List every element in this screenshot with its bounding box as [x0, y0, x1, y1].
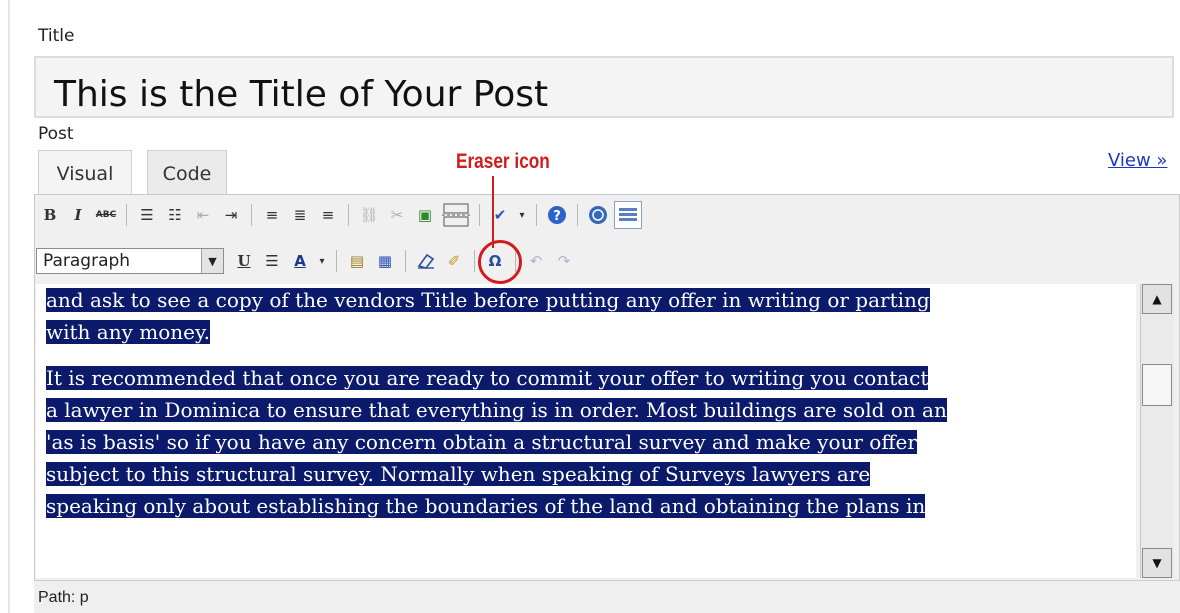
text-line: 'as is basis' so if you have any concern… — [46, 430, 917, 454]
paragraph-1: and ask to see a copy of the vendors Tit… — [46, 284, 1136, 348]
toolbar-separator — [126, 204, 127, 226]
editor-content[interactable]: and ask to see a copy of the vendors Tit… — [36, 284, 1136, 578]
format-select-value: Paragraph — [43, 251, 131, 271]
toolbar-row-1: B I ABC ☰ ☷ ⇤ ⇥ ≡ ≣ ≡ ⛓ ✂ ▣ ✔ ▾ ? — [36, 196, 644, 234]
numbered-list-icon[interactable]: ☷ — [163, 203, 187, 227]
italic-button[interactable]: I — [66, 203, 90, 227]
toolbar-separator — [251, 204, 252, 226]
scroll-up-button[interactable]: ▲ — [1142, 284, 1172, 314]
scrollbar-thumb[interactable] — [1142, 364, 1172, 406]
underline-button[interactable]: U — [232, 249, 256, 273]
tab-code-label: Code — [162, 163, 212, 185]
annotation-pointer-line — [492, 176, 494, 248]
annotation-highlight-circle — [478, 240, 522, 284]
eraser-icon[interactable] — [414, 249, 438, 273]
more-icon[interactable] — [441, 203, 471, 227]
wordpress-icon[interactable] — [586, 203, 610, 227]
paragraph-2: It is recommended that once you are read… — [46, 362, 1136, 522]
toolbar-separator — [536, 204, 537, 226]
unlink-icon[interactable]: ✂ — [385, 203, 409, 227]
indent-icon[interactable]: ⇥ — [219, 203, 243, 227]
vertical-scrollbar[interactable] — [1140, 284, 1174, 578]
view-link[interactable]: View » — [1108, 150, 1167, 171]
cleanup-icon[interactable]: ✐ — [442, 249, 466, 273]
scroll-down-button[interactable]: ▼ — [1142, 548, 1172, 578]
help-icon[interactable]: ? — [545, 203, 569, 227]
toolbar-separator — [577, 204, 578, 226]
chevron-down-icon[interactable]: ▾ — [316, 249, 328, 273]
text-line: It is recommended that once you are read… — [46, 366, 929, 390]
post-label: Post — [38, 124, 74, 144]
toolbar-separator — [348, 204, 349, 226]
paste-text-icon[interactable]: ▤ — [345, 249, 369, 273]
tab-visual-label: Visual — [56, 163, 114, 185]
align-center-icon[interactable]: ≣ — [288, 203, 312, 227]
align-right-icon[interactable]: ≡ — [316, 203, 340, 227]
chevron-down-icon: ▼ — [201, 249, 223, 273]
text-line: and ask to see a copy of the vendors Tit… — [46, 288, 930, 312]
kitchen-sink-icon[interactable] — [614, 201, 642, 229]
eraser-annotation-label: Eraser icon — [456, 150, 550, 173]
align-left-icon[interactable]: ≡ — [260, 203, 284, 227]
status-path: Path: p — [34, 580, 1180, 613]
format-select[interactable]: Paragraph ▼ — [36, 248, 224, 274]
paste-word-icon[interactable]: ▦ — [373, 249, 397, 273]
image-icon[interactable]: ▣ — [413, 203, 437, 227]
tab-code[interactable]: Code — [147, 150, 227, 196]
toolbar-separator — [479, 204, 480, 226]
text-line: subject to this structural survey. Norma… — [46, 462, 871, 486]
text-line: speaking only about establishing the bou… — [46, 494, 926, 518]
outdent-icon[interactable]: ⇤ — [191, 203, 215, 227]
bulleted-list-icon[interactable]: ☰ — [135, 203, 159, 227]
toolbar-separator — [405, 250, 406, 272]
tab-visual[interactable]: Visual — [38, 150, 132, 196]
svg-text:?: ? — [553, 209, 561, 224]
chevron-down-icon[interactable]: ▾ — [516, 203, 528, 227]
justify-icon[interactable]: ☰ — [260, 249, 284, 273]
toolbar-separator — [474, 250, 475, 272]
text-line: with any money. — [46, 320, 210, 344]
page-left-rule — [8, 0, 10, 613]
link-icon[interactable]: ⛓ — [357, 203, 381, 227]
text-color-icon[interactable]: A — [288, 249, 312, 273]
toolbar-separator — [336, 250, 337, 272]
title-input[interactable]: This is the Title of Your Post — [34, 56, 1174, 118]
strikethrough-button[interactable]: ABC — [94, 203, 118, 227]
title-label: Title — [38, 26, 75, 46]
bold-button[interactable]: B — [38, 203, 62, 227]
text-line: a lawyer in Dominica to ensure that ever… — [46, 398, 947, 422]
undo-icon[interactable]: ↶ — [524, 249, 548, 273]
redo-icon[interactable]: ↷ — [552, 249, 576, 273]
